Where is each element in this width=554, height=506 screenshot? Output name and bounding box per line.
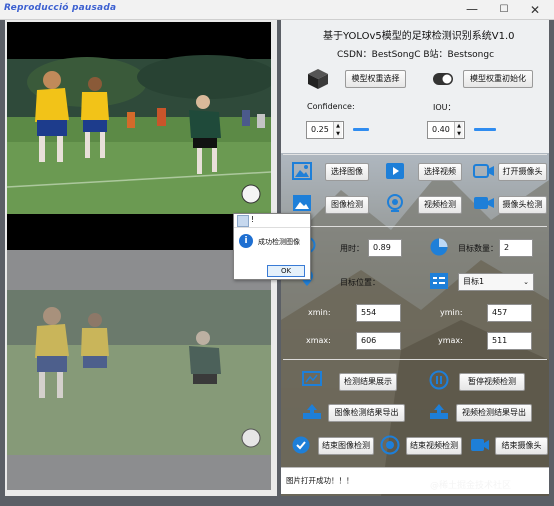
chevron-down-icon: ⌄ (523, 278, 529, 286)
video-view (7, 250, 271, 490)
export-video-icon (430, 404, 448, 419)
divider (283, 226, 547, 227)
iou-slider[interactable] (474, 128, 496, 131)
xmin-label: xmin: (308, 308, 331, 317)
target-select-dropdown[interactable]: 目标1 ⌄ (458, 273, 534, 291)
dialog-message: 成功检测图像 (258, 238, 300, 246)
confidence-stepper[interactable]: ▲ ▼ (333, 122, 342, 138)
camera-icon (473, 164, 494, 178)
window-title: Reproducció pausada (4, 3, 117, 13)
author-info: CSDN：BestSongC B站：Bestsongc (337, 50, 495, 60)
time-label: 用时： (340, 244, 364, 253)
cube-icon (308, 69, 328, 89)
export-icon (303, 404, 321, 419)
camera-detect-button[interactable]: 摄像头检测 (498, 196, 547, 214)
target-select-value: 目标1 (463, 277, 485, 286)
info-icon: i (239, 234, 253, 248)
watermark: @稀土掘金技术社区 (430, 481, 512, 491)
camera-off-icon (471, 439, 489, 451)
soccer-photo-detected (7, 22, 271, 250)
divider (283, 359, 547, 360)
minimize-button[interactable]: — (462, 2, 482, 18)
xmax-value: 606 (356, 332, 401, 350)
target-position-label: 目标位置： (340, 278, 380, 287)
ymax-label: ymax: (438, 336, 463, 345)
list-icon (430, 273, 448, 289)
select-video-button[interactable]: 选择视频 (418, 163, 462, 181)
xmax-label: xmax: (306, 336, 331, 345)
stop-circle-icon (380, 435, 400, 455)
export-video-results-button[interactable]: 视频检测结果导出 (456, 404, 532, 422)
xmin-value: 554 (356, 304, 401, 322)
select-image-button[interactable]: 选择图像 (325, 163, 369, 181)
export-image-results-button[interactable]: 图像检测结果导出 (328, 404, 405, 422)
model-weight-init-button[interactable]: 模型权重初始化 (463, 70, 533, 88)
divider (283, 154, 547, 155)
message-dialog: ! i 成功检测图像 OK (233, 213, 311, 280)
confidence-value: 0.25 (311, 125, 329, 134)
pie-chart-icon (430, 238, 448, 256)
check-circle-icon (292, 436, 310, 454)
image-detect-button[interactable]: 图像检测 (325, 196, 369, 214)
toggle-icon (433, 73, 453, 85)
ymin-label: ymin: (440, 308, 463, 317)
open-camera-button[interactable]: 打开摄像头 (498, 163, 547, 181)
model-weight-select-button[interactable]: 模型权重选择 (345, 70, 406, 88)
maximize-button[interactable]: ☐ (494, 2, 514, 18)
video-detect-button[interactable]: 视频检测 (418, 196, 462, 214)
camera-detect-icon (474, 197, 494, 209)
webcam-icon (387, 194, 403, 212)
pause-video-button[interactable]: 暂停视频检测 (459, 373, 525, 391)
soccer-photo-dimmed (7, 250, 271, 490)
ok-button[interactable]: OK (267, 265, 305, 277)
image-icon (292, 162, 312, 180)
app-heading: 基于YOLOv5模型的足球检测识别系统V1.0 (323, 31, 515, 42)
status-text: 图片打开成功！！！ (286, 476, 354, 485)
confidence-label: Confidence: (307, 102, 355, 111)
time-value: 0.89 (368, 239, 402, 257)
close-button[interactable]: ✕ (522, 2, 548, 18)
video-icon (386, 163, 404, 179)
confidence-slider[interactable] (353, 128, 369, 131)
show-results-button[interactable]: 检测结果展示 (339, 373, 397, 391)
app-icon (237, 215, 249, 227)
ymax-value: 511 (487, 332, 532, 350)
ymin-value: 457 (487, 304, 532, 322)
image-detect-icon (293, 195, 311, 211)
pause-icon (429, 370, 449, 390)
detection-image-view (7, 22, 271, 250)
target-count-value: 2 (499, 239, 533, 257)
iou-label: IOU： (433, 103, 456, 112)
target-count-label: 目标数量： (458, 244, 498, 253)
end-camera-button[interactable]: 结束摄像头 (495, 437, 548, 455)
end-image-detect-button[interactable]: 结束图像检测 (318, 437, 374, 455)
dialog-title: ! (251, 215, 255, 224)
display-icon (302, 371, 322, 386)
dialog-title-bar: ! (234, 214, 310, 228)
iou-value: 0.40 (432, 125, 450, 134)
iou-stepper[interactable]: ▲ ▼ (454, 122, 463, 138)
end-video-detect-button[interactable]: 结束视频检测 (406, 437, 462, 455)
